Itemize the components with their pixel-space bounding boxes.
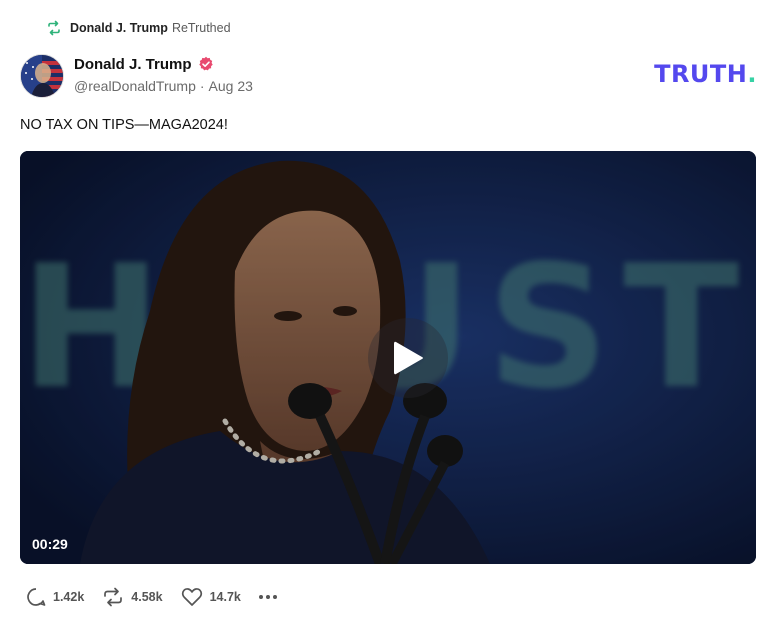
retruth-button[interactable]: 4.58k: [102, 587, 163, 607]
author-meta: @realDonaldTrump · Aug 23: [74, 78, 253, 94]
retruth-count: 4.58k: [131, 590, 163, 604]
post-text: NO TAX ON TIPS—MAGA2024!: [20, 117, 228, 133]
heart-icon: [181, 588, 202, 606]
post-author: Donald J. Trump @realDonaldTrump · Aug 2…: [74, 54, 253, 95]
retruth-header: Donald J. Trump ReTruthed: [46, 18, 231, 38]
post-date[interactable]: Aug 23: [209, 78, 253, 94]
reply-count: 1.42k: [53, 590, 85, 604]
meta-separator: ·: [199, 78, 205, 94]
video-player[interactable]: HOUSTON. 00:29: [20, 151, 756, 564]
retruth-author-name[interactable]: Donald J. Trump: [70, 21, 168, 35]
play-icon: [394, 341, 423, 375]
retruth-label: ReTruthed: [171, 21, 231, 35]
video-duration: 00:29: [32, 536, 68, 552]
author-display-name[interactable]: Donald J. Trump: [74, 56, 192, 73]
author-handle[interactable]: @realDonaldTrump: [74, 78, 196, 94]
post-actions: 1.42k 4.58k 14.7k: [26, 586, 277, 608]
retruth-icon: [104, 587, 123, 607]
more-icon-dot: [265, 595, 270, 599]
like-button[interactable]: 14.7k: [181, 587, 241, 607]
verified-badge-icon: [198, 56, 213, 71]
more-icon-dot: [272, 595, 277, 599]
logo-text: TRUTH: [654, 60, 748, 88]
reply-icon: [27, 588, 46, 606]
retruth-icon: [48, 20, 60, 36]
play-button[interactable]: [368, 318, 448, 398]
reply-button[interactable]: 1.42k: [26, 587, 84, 607]
avatar-image: [21, 55, 63, 97]
avatar[interactable]: [20, 54, 64, 98]
truth-social-logo[interactable]: TRUTH.: [654, 60, 757, 88]
more-options-button[interactable]: [258, 595, 277, 599]
like-count: 14.7k: [209, 590, 241, 604]
more-icon: [258, 595, 263, 599]
logo-dot: .: [747, 60, 757, 88]
